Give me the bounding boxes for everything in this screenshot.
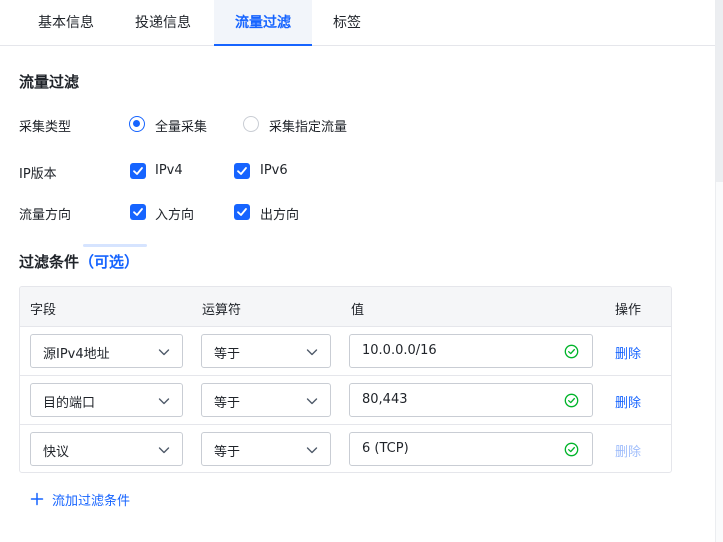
plus-icon [30,492,44,506]
checkbox-ipv6-label[interactable]: IPv6 [260,163,288,178]
value-input-text: 6 (TCP) [362,441,409,456]
checkbox-outbound-label[interactable]: 出方向 [260,204,299,223]
delete-button[interactable]: 删除 [615,392,641,411]
tab-bar: 基本信息 投递信息 流量过滤 标签 [0,0,715,46]
value-input[interactable]: 10.0.0.0/16 [349,334,593,368]
value-input[interactable]: 80,443 [349,383,593,417]
filter-title-text: 过滤条件 [19,253,80,271]
col-field: 字段 [30,303,57,318]
check-icon [133,167,143,175]
field-select-value: 快议 [43,445,70,460]
field-select-value: 目的端口 [43,396,96,411]
field-select[interactable]: 快议 [30,432,183,466]
checkbox-inbound-label[interactable]: 入方向 [155,204,194,223]
check-icon [133,208,143,216]
radio-specified-collect[interactable] [243,116,259,132]
filter-title: 过滤条件（可选） [19,251,139,272]
operator-select[interactable]: 等于 [201,432,331,466]
optional-highlight [83,244,147,247]
operator-select[interactable]: 等于 [201,383,331,417]
checkbox-outbound[interactable] [234,204,250,220]
field-select[interactable]: 目的端口 [30,383,183,417]
radio-full-collect[interactable] [129,116,145,132]
checkbox-ipv4[interactable] [130,163,146,179]
field-select-value: 源IPv4地址 [43,347,110,362]
tab-tags[interactable]: 标签 [333,0,361,46]
radio-full-collect-label[interactable]: 全量采集 [155,116,207,135]
check-circle-icon [564,442,579,457]
filter-table: 字段 运算符 值 操作 源IPv4地址 等于 10.0.0.0/16 删除 目的… [19,286,672,473]
check-circle-icon [564,393,579,408]
operator-select[interactable]: 等于 [201,334,331,368]
scrollbar[interactable] [715,0,723,542]
col-operator: 运算符 [202,303,242,318]
value-input-text: 10.0.0.0/16 [362,343,437,358]
chevron-down-icon [158,398,170,405]
add-filter-label: 流加过滤条件 [52,494,131,509]
table-row: 源IPv4地址 等于 10.0.0.0/16 删除 [20,327,671,376]
tab-delivery-info[interactable]: 投递信息 [135,0,191,46]
table-row: 目的端口 等于 80,443 删除 [20,376,671,425]
checkbox-ipv6[interactable] [234,163,250,179]
delete-button[interactable]: 删除 [615,343,641,362]
traffic-filter-page: 基本信息 投递信息 流量过滤 标签 流量过滤 采集类型 全量采集 采集指定流量 … [0,0,723,542]
delete-button: 删除 [615,445,642,460]
chevron-down-icon [306,447,318,454]
table-header: 字段 运算符 值 操作 [20,287,671,327]
value-input[interactable]: 6 (TCP) [349,432,593,466]
table-row: 快议 等于 6 (TCP) 删除 [20,425,671,472]
operator-select-value: 等于 [214,445,241,460]
checkbox-ipv4-label[interactable]: IPv4 [155,163,183,178]
scrollbar-thumb[interactable] [716,0,723,182]
col-action: 操作 [615,303,642,318]
chevron-down-icon [158,349,170,356]
ip-version-label: IP版本 [19,167,57,182]
section-title: 流量过滤 [19,73,80,91]
field-select[interactable]: 源IPv4地址 [30,334,183,368]
collect-type-label: 采集类型 [19,120,72,135]
check-icon [237,167,247,175]
checkbox-inbound[interactable] [130,204,146,220]
direction-label: 流量方向 [19,208,72,223]
tab-basic-info[interactable]: 基本信息 [38,0,94,46]
check-icon [237,208,247,216]
chevron-down-icon [306,398,318,405]
value-input-text: 80,443 [362,392,408,407]
tab-traffic-filter[interactable]: 流量过滤 [214,0,312,46]
chevron-down-icon [158,447,170,454]
operator-select-value: 等于 [214,347,241,362]
filter-optional-text: （可选） [79,253,140,271]
operator-select-value: 等于 [214,396,241,411]
chevron-down-icon [306,349,318,356]
check-circle-icon [564,344,579,359]
col-value: 值 [351,303,365,318]
radio-specified-collect-label[interactable]: 采集指定流量 [269,116,347,135]
